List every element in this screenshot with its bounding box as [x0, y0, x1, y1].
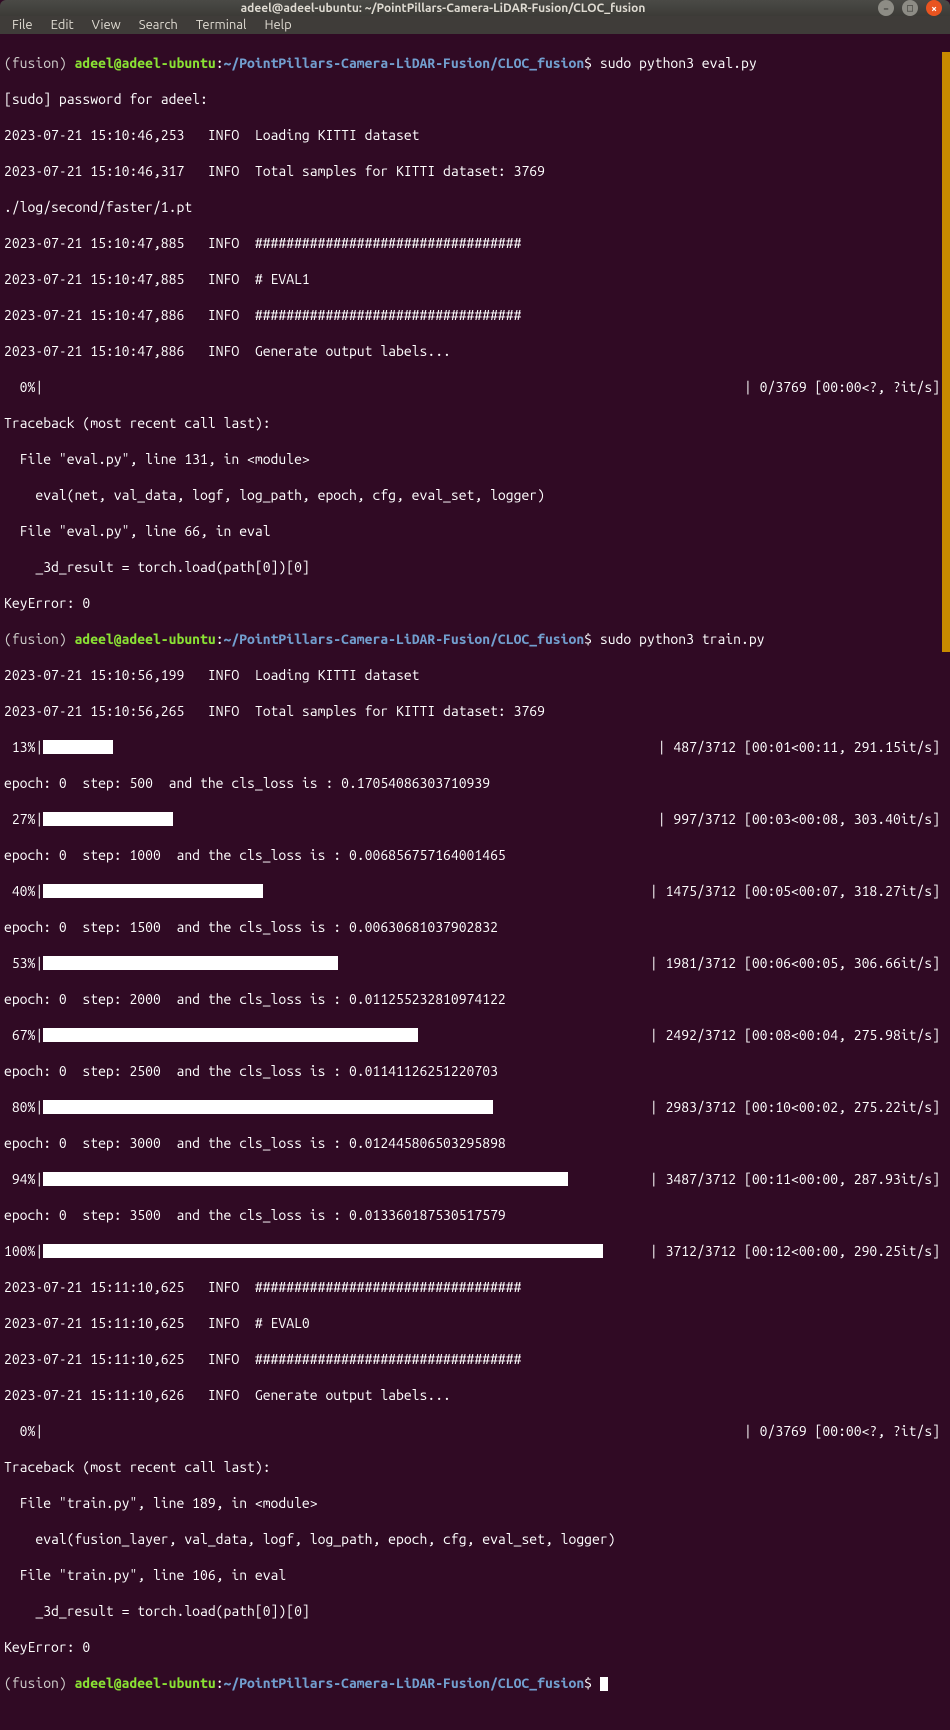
traceback-line: Traceback (most recent call last):	[4, 414, 946, 432]
cwd: ~/PointPillars-Camera-LiDAR-Fusion/CLOC_…	[224, 1675, 585, 1691]
menu-search[interactable]: Search	[131, 16, 186, 34]
bar-fill	[43, 1028, 418, 1042]
prompt-line: (fusion) adeel@adeel-ubuntu:~/PointPilla…	[4, 1674, 946, 1692]
bar-fill	[43, 740, 113, 754]
close-button[interactable]: ×	[926, 0, 942, 16]
progress-bar: 67%|| 2492/3712 [00:08<00:04, 275.98it/s…	[4, 1026, 946, 1044]
cwd: ~/PointPillars-Camera-LiDAR-Fusion/CLOC_…	[224, 631, 585, 647]
progress-bar: 94%|| 3487/3712 [00:11<00:00, 287.93it/s…	[4, 1170, 946, 1188]
terminal-body[interactable]: (fusion) adeel@adeel-ubuntu:~/PointPilla…	[0, 34, 950, 1730]
log-line: 2023-07-21 15:10:47,886 INFO ###########…	[4, 306, 946, 324]
command: sudo python3 eval.py	[600, 55, 757, 71]
traceback-line: _3d_result = torch.load(path[0])[0]	[4, 558, 946, 576]
log-line: ./log/second/faster/1.pt	[4, 198, 946, 216]
log-line: 2023-07-21 15:11:10,625 INFO # EVAL0	[4, 1314, 946, 1332]
maximize-button[interactable]: □	[902, 0, 918, 16]
traceback-line: KeyError: 0	[4, 1638, 946, 1656]
traceback-line: eval(net, val_data, logf, log_path, epoc…	[4, 486, 946, 504]
traceback-line: _3d_result = torch.load(path[0])[0]	[4, 1602, 946, 1620]
venv: (fusion)	[4, 55, 75, 71]
bar-fill	[43, 884, 263, 898]
epoch-line: epoch: 0 step: 2500 and the cls_loss is …	[4, 1062, 946, 1080]
bar-fill	[43, 1100, 493, 1114]
progress-bar: 27%|| 997/3712 [00:03<00:08, 303.40it/s]	[4, 810, 946, 828]
window-controls: – □ ×	[878, 0, 942, 16]
log-line: 2023-07-21 15:10:47,885 INFO # EVAL1	[4, 270, 946, 288]
terminal-window: adeel@adeel-ubuntu: ~/PointPillars-Camer…	[0, 0, 950, 1028]
bar-fill	[43, 812, 173, 826]
progress-bar: 100%|| 3712/3712 [00:12<00:00, 290.25it/…	[4, 1242, 946, 1260]
user-host: adeel@adeel-ubuntu	[75, 55, 216, 71]
traceback-line: File "eval.py", line 66, in eval	[4, 522, 946, 540]
venv: (fusion)	[4, 1675, 75, 1691]
epoch-line: epoch: 0 step: 1500 and the cls_loss is …	[4, 918, 946, 936]
progress-bar: 0%|| 0/3769 [00:00<?, ?it/s]	[4, 378, 946, 396]
traceback-line: eval(fusion_layer, val_data, logf, log_p…	[4, 1530, 946, 1548]
progress-bar: 80%|| 2983/3712 [00:10<00:02, 275.22it/s…	[4, 1098, 946, 1116]
cwd: ~/PointPillars-Camera-LiDAR-Fusion/CLOC_…	[224, 55, 585, 71]
menu-help[interactable]: Help	[256, 16, 299, 34]
menu-edit[interactable]: Edit	[43, 16, 82, 34]
menubar: File Edit View Search Terminal Help	[0, 16, 950, 34]
window-title: adeel@adeel-ubuntu: ~/PointPillars-Camer…	[8, 2, 878, 15]
log-line: 2023-07-21 15:10:47,886 INFO Generate ou…	[4, 342, 946, 360]
titlebar[interactable]: adeel@adeel-ubuntu: ~/PointPillars-Camer…	[0, 0, 950, 16]
log-line: 2023-07-21 15:11:10,625 INFO ###########…	[4, 1350, 946, 1368]
prompt-line: (fusion) adeel@adeel-ubuntu:~/PointPilla…	[4, 54, 946, 72]
scrollbar[interactable]	[942, 52, 950, 652]
log-line: 2023-07-21 15:11:10,625 INFO ###########…	[4, 1278, 946, 1296]
epoch-line: epoch: 0 step: 1000 and the cls_loss is …	[4, 846, 946, 864]
venv: (fusion)	[4, 631, 75, 647]
command: sudo python3 train.py	[600, 631, 765, 647]
traceback-line: File "train.py", line 189, in <module>	[4, 1494, 946, 1512]
log-line: 2023-07-21 15:10:47,885 INFO ###########…	[4, 234, 946, 252]
user-host: adeel@adeel-ubuntu	[75, 1675, 216, 1691]
log-line: 2023-07-21 15:10:46,317 INFO Total sampl…	[4, 162, 946, 180]
traceback-line: File "eval.py", line 131, in <module>	[4, 450, 946, 468]
progress-bar: 53%|| 1981/3712 [00:06<00:05, 306.66it/s…	[4, 954, 946, 972]
log-line: 2023-07-21 15:10:46,253 INFO Loading KIT…	[4, 126, 946, 144]
menu-view[interactable]: View	[84, 16, 129, 34]
traceback-line: File "train.py", line 106, in eval	[4, 1566, 946, 1584]
user-host: adeel@adeel-ubuntu	[75, 631, 216, 647]
bar-fill	[43, 1172, 568, 1186]
epoch-line: epoch: 0 step: 3500 and the cls_loss is …	[4, 1206, 946, 1224]
traceback-line: KeyError: 0	[4, 594, 946, 612]
epoch-line: epoch: 0 step: 500 and the cls_loss is :…	[4, 774, 946, 792]
sudo-prompt: [sudo] password for adeel:	[4, 90, 946, 108]
menu-terminal[interactable]: Terminal	[188, 16, 255, 34]
bar-fill	[43, 1244, 603, 1258]
log-line: 2023-07-21 15:11:10,626 INFO Generate ou…	[4, 1386, 946, 1404]
epoch-line: epoch: 0 step: 3000 and the cls_loss is …	[4, 1134, 946, 1152]
log-line: 2023-07-21 15:10:56,265 INFO Total sampl…	[4, 702, 946, 720]
progress-bar: 40%|| 1475/3712 [00:05<00:07, 318.27it/s…	[4, 882, 946, 900]
traceback-line: Traceback (most recent call last):	[4, 1458, 946, 1476]
epoch-line: epoch: 0 step: 2000 and the cls_loss is …	[4, 990, 946, 1008]
log-line: 2023-07-21 15:10:56,199 INFO Loading KIT…	[4, 666, 946, 684]
bar-fill	[43, 956, 338, 970]
menu-file[interactable]: File	[4, 16, 41, 34]
progress-bar: 0%|| 0/3769 [00:00<?, ?it/s]	[4, 1422, 946, 1440]
minimize-button[interactable]: –	[878, 0, 894, 16]
cursor	[600, 1677, 608, 1691]
prompt-line: (fusion) adeel@adeel-ubuntu:~/PointPilla…	[4, 630, 946, 648]
progress-bar: 13%|| 487/3712 [00:01<00:11, 291.15it/s]	[4, 738, 946, 756]
